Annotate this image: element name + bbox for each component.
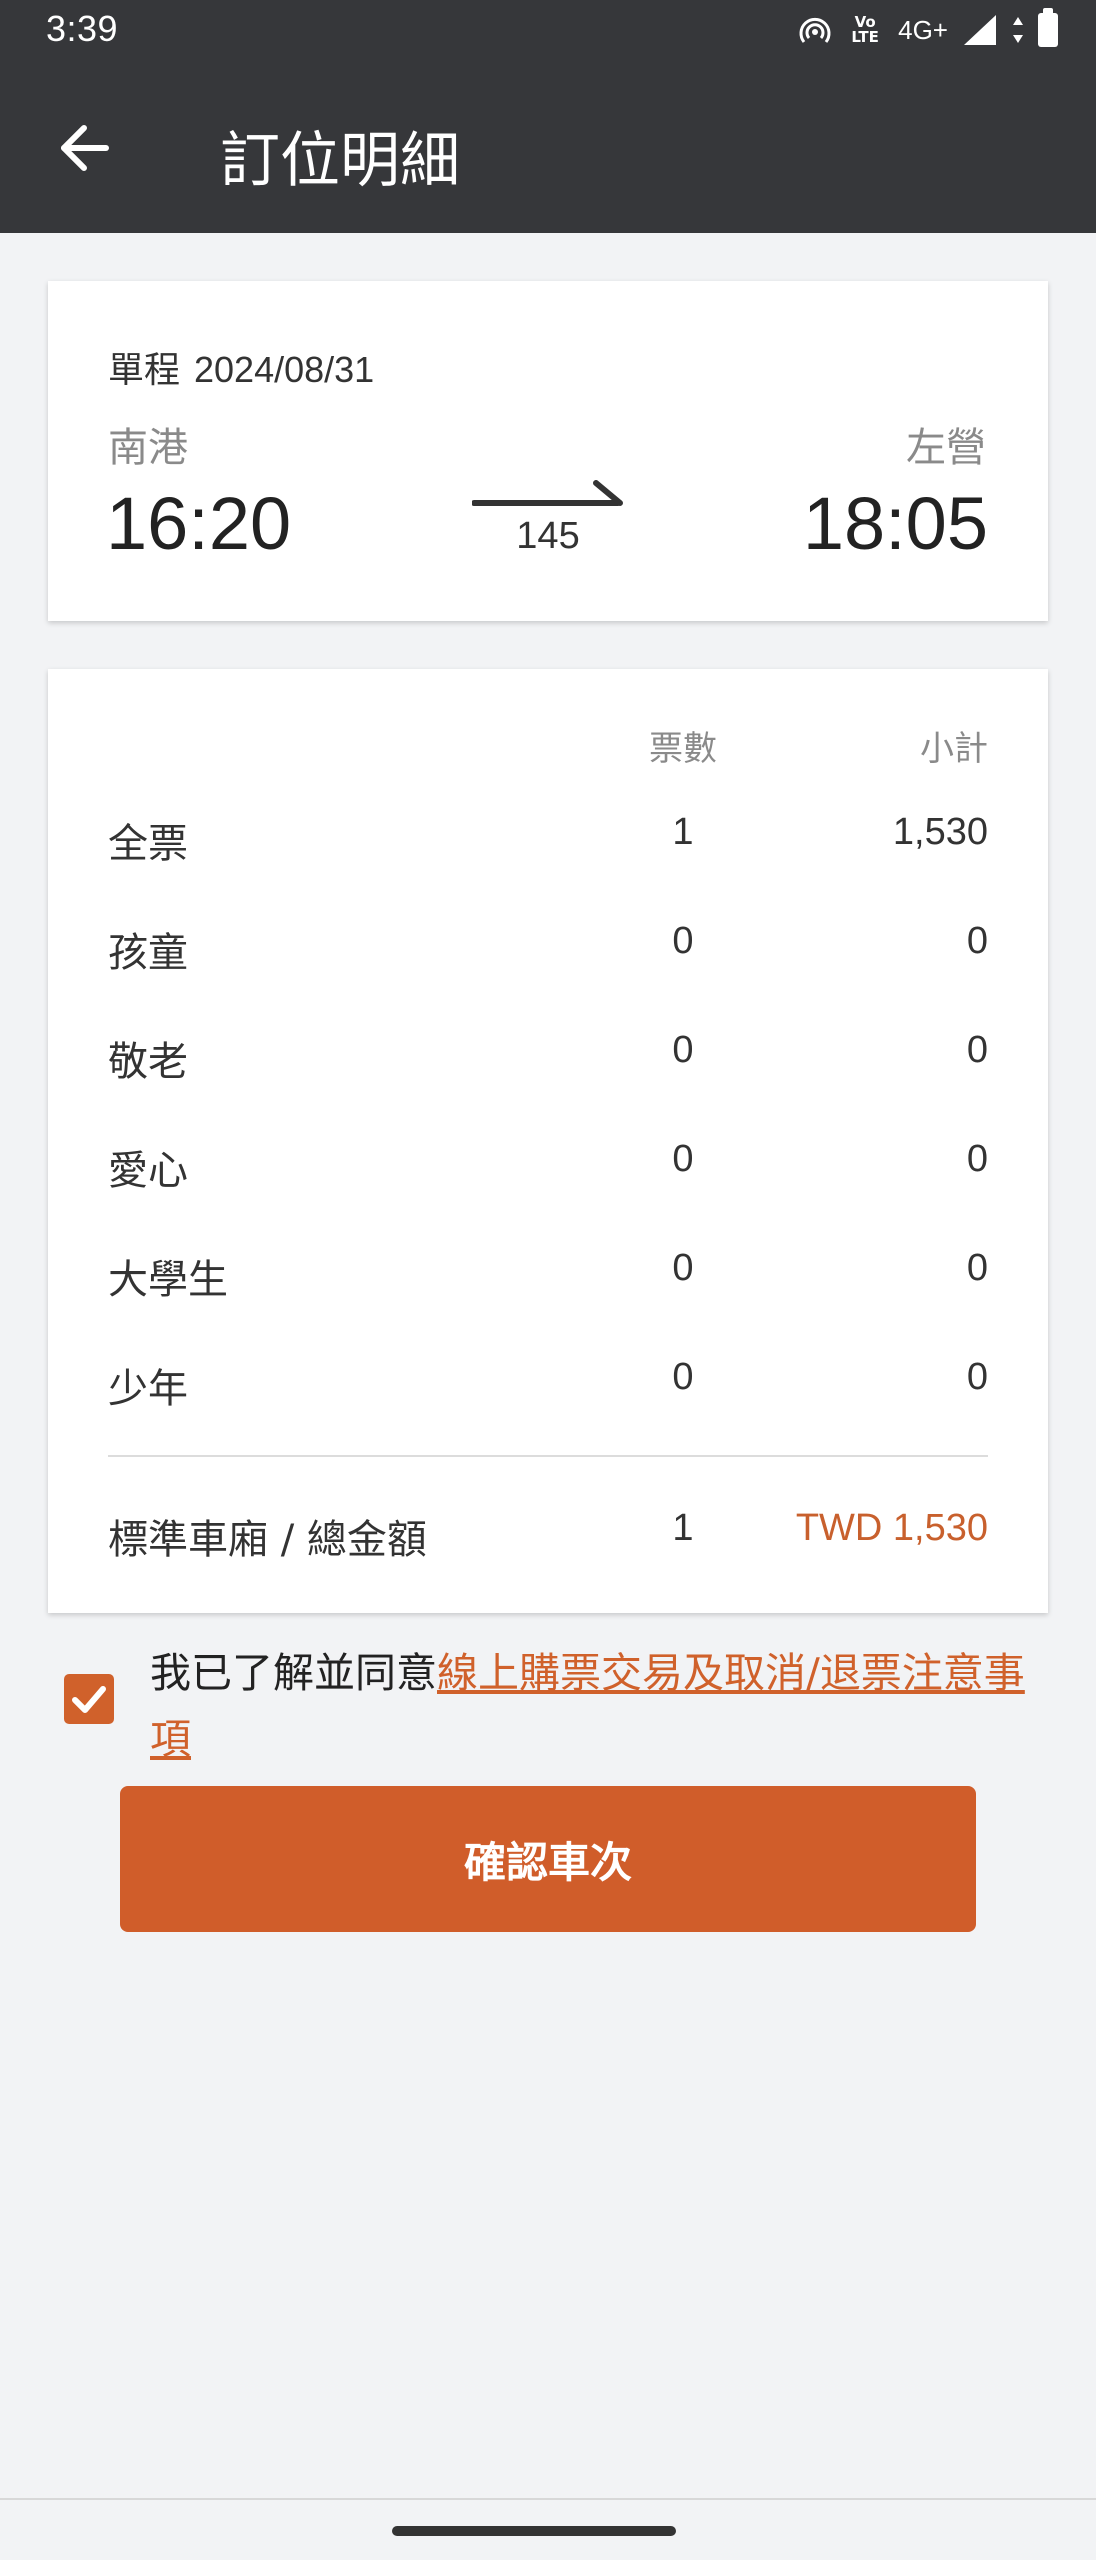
data-arrows-icon [1013,17,1023,43]
departure-station: 南港 [108,425,188,471]
status-icons: Vo LTE 4G+ [798,8,1058,50]
status-time: 3:39 [46,8,119,49]
fare-count: 0 [672,1356,694,1398]
agreement-text: 我已了解並同意線上購票交易及取消/退票注意事項 [150,1640,1030,1772]
route-arrow-icon [472,480,623,506]
fare-name: 全票 [108,821,188,867]
fare-subtotal: 0 [966,920,988,962]
fare-subtotal: 0 [966,1247,988,1289]
fare-table-card: 票數 小計 全票 1 1,530 孩童 0 0 敬老 0 0 愛心 0 0 大學… [48,669,1048,1613]
total-amount: TWD 1,530 [795,1507,988,1549]
total-label: 標準車廂 / 總金額 [108,1517,427,1563]
fare-name: 孩童 [108,930,188,976]
home-gesture-bar[interactable] [392,2526,676,2536]
fare-name: 敬老 [108,1039,188,1085]
fare-row-student: 大學生 0 0 [48,1229,1048,1309]
fare-row-child: 孩童 0 0 [48,902,1048,982]
fare-subtotal: 0 [966,1138,988,1180]
signal-icon [964,15,996,45]
fare-count: 0 [672,920,694,962]
fare-subtotal: 0 [966,1029,988,1071]
arrow-left-icon [61,125,109,171]
app-bar: 訂位明細 [0,60,1096,233]
fare-name: 愛心 [108,1148,188,1194]
volte-bottom-label: LTE [851,28,879,46]
total-count: 1 [672,1507,694,1549]
arrival-time: 18:05 [802,482,988,565]
arrival-station: 左營 [906,425,986,471]
trip-date: 2024/08/31 [194,349,375,390]
train-number: 145 [516,515,580,557]
network-type-label: 4G+ [898,14,948,45]
fare-name: 少年 [108,1366,188,1412]
back-button[interactable] [44,108,124,188]
trip-info-line: 單程 2024/08/31 [108,341,374,393]
column-header-subtotal: 小計 [920,729,988,769]
total-row: 標準車廂 / 總金額 1 TWD 1,530 [48,1489,1048,1569]
fare-count: 1 [672,811,694,853]
agreement-prefix: 我已了解並同意 [150,1649,437,1697]
fare-name: 大學生 [108,1257,228,1303]
fare-row-adult: 全票 1 1,530 [48,793,1048,873]
fare-row-disabled: 愛心 0 0 [48,1120,1048,1200]
trip-type: 單程 [108,350,181,391]
hotspot-icon [799,17,831,43]
fare-subtotal: 0 [966,1356,988,1398]
agreement-row: 我已了解並同意線上購票交易及取消/退票注意事項 [0,1640,1096,1770]
agreement-checkbox[interactable] [64,1674,114,1724]
volte-icon: Vo LTE [846,15,884,45]
column-header-count: 票數 [649,729,717,769]
trip-summary-card: 單程 2024/08/31 南港 左營 16:20 145 18:05 [48,281,1048,621]
table-divider [108,1455,988,1457]
battery-icon [1038,8,1058,47]
fare-count: 0 [672,1247,694,1289]
fare-row-senior: 敬老 0 0 [48,1011,1048,1091]
fare-count: 0 [672,1029,694,1071]
navigation-divider [0,2498,1096,2500]
page-title: 訂位明細 [220,126,460,196]
fare-row-youth: 少年 0 0 [48,1338,1048,1418]
departure-time: 16:20 [106,482,292,565]
fare-subtotal: 1,530 [892,811,988,853]
fare-count: 0 [672,1138,694,1180]
confirm-train-button[interactable]: 確認車次 [120,1786,976,1932]
status-bar: 3:39 Vo LTE 4G+ [0,0,1096,60]
checkmark-icon [72,1686,106,1713]
